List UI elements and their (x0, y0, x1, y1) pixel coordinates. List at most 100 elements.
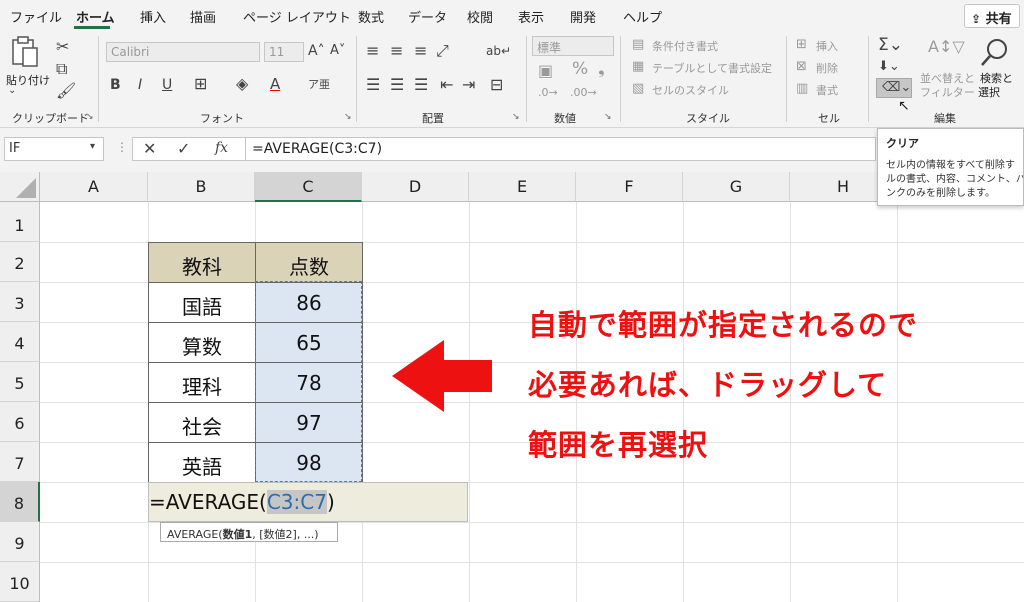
tab-data[interactable]: データ (408, 7, 447, 26)
font-color-icon[interactable]: A (270, 75, 280, 93)
subject-cell[interactable]: 英語 (148, 442, 256, 483)
table-header-subject[interactable]: 教科 (148, 242, 256, 283)
subject-cell[interactable]: 理科 (148, 362, 256, 403)
row-header-1[interactable]: 1 (0, 202, 40, 242)
col-header-f[interactable]: F (576, 172, 683, 202)
copy-icon[interactable]: ⧉ (56, 60, 67, 78)
sort-filter-line2[interactable]: フィルター (920, 84, 975, 100)
increase-font-icon[interactable]: A˄ (308, 42, 325, 60)
decrease-decimal-icon[interactable]: .00→ (570, 84, 597, 102)
tab-review[interactable]: 校閲 (467, 7, 493, 26)
number-launcher-icon[interactable]: ↘ (604, 112, 612, 122)
clear-button[interactable]: ⌫⌄ (876, 78, 912, 98)
confirm-icon[interactable]: ✓ (177, 139, 190, 158)
fill-color-icon[interactable]: ◈ (236, 75, 248, 93)
subject-cell[interactable]: 社会 (148, 402, 256, 443)
tab-insert[interactable]: 挿入 (140, 7, 166, 26)
align-middle-icon[interactable]: ≡ (390, 42, 403, 60)
align-left-icon[interactable]: ☰ (366, 76, 380, 94)
increase-decimal-icon[interactable]: .0→ (538, 84, 558, 102)
name-box[interactable]: IF (4, 137, 104, 161)
col-header-d[interactable]: D (362, 172, 469, 202)
increase-indent-icon[interactable]: ⇥ (462, 76, 475, 94)
underline-icon[interactable]: U (162, 76, 172, 94)
accounting-format-icon[interactable]: ▣ (538, 62, 553, 80)
cancel-icon[interactable]: ✕ (143, 139, 156, 158)
row-header-9[interactable]: 9 (0, 522, 40, 562)
tab-formulas[interactable]: 数式 (358, 7, 384, 26)
col-header-b[interactable]: B (148, 172, 255, 202)
autosum-icon[interactable]: Σ⌄ (878, 36, 903, 54)
row-header-6[interactable]: 6 (0, 402, 40, 442)
share-button[interactable]: ⇪ 共有 (964, 4, 1020, 28)
format-cells-icon[interactable]: ▥ (796, 80, 808, 98)
insert-cells-button[interactable]: 挿入 (816, 38, 838, 54)
fn-hint-current-arg[interactable]: 数値1 (223, 528, 253, 541)
cell-styles-button[interactable]: セルのスタイル (652, 82, 729, 98)
tab-developer[interactable]: 開発 (570, 7, 596, 26)
align-bottom-icon[interactable]: ≡ (414, 42, 427, 60)
fill-icon[interactable]: ⬇⌄ (878, 58, 900, 76)
delete-cells-button[interactable]: 削除 (816, 60, 838, 76)
number-format-select[interactable]: 標準 (532, 36, 614, 56)
formula-bar-grip-icon[interactable]: ⋮ (116, 140, 128, 154)
search-icon[interactable] (978, 36, 1012, 68)
row-header-5[interactable]: 5 (0, 362, 40, 402)
row-header-3[interactable]: 3 (0, 282, 40, 322)
merge-center-icon[interactable]: ⊟ (490, 76, 503, 94)
borders-icon[interactable]: ⊞ (194, 75, 207, 93)
table-header-score[interactable]: 点数 (255, 242, 363, 283)
tab-home[interactable]: ホーム (76, 7, 115, 26)
tab-view[interactable]: 表示 (518, 7, 544, 26)
paste-dropdown-icon[interactable]: ⌄ (8, 85, 16, 96)
row-header-4[interactable]: 4 (0, 322, 40, 362)
col-header-e[interactable]: E (469, 172, 576, 202)
format-painter-icon[interactable]: 🖌 (56, 82, 76, 100)
select-all-button[interactable] (0, 172, 40, 202)
cut-icon[interactable]: ✂ (56, 38, 69, 56)
clipboard-launcher-icon[interactable]: ↘ (86, 112, 94, 122)
align-center-icon[interactable]: ☰ (390, 76, 404, 94)
tab-draw[interactable]: 描画 (190, 7, 216, 26)
tab-page-layout[interactable]: ページ レイアウト (243, 7, 351, 26)
align-top-icon[interactable]: ≡ (366, 42, 379, 60)
find-select-line2[interactable]: 選択 (978, 84, 1000, 100)
format-as-table-button[interactable]: テーブルとして書式設定 (652, 60, 772, 76)
font-size-select[interactable]: 11 (264, 42, 304, 62)
subject-cell[interactable]: 国語 (148, 282, 256, 323)
font-name-select[interactable]: Calibri (106, 42, 260, 62)
phonetic-icon[interactable]: ア亜 (308, 76, 330, 94)
sort-filter-icon[interactable]: A↕▽ (928, 38, 965, 56)
comma-style-icon[interactable]: ❟ (598, 60, 605, 78)
orientation-icon[interactable]: ⤢ (436, 42, 449, 60)
alignment-launcher-icon[interactable]: ↘ (512, 112, 520, 122)
insert-function-icon[interactable]: fx (215, 140, 228, 156)
active-edit-cell[interactable]: =AVERAGE(C3:C7) (148, 482, 468, 522)
row-header-10[interactable]: 10 (0, 562, 40, 602)
row-header-8[interactable]: 8 (0, 482, 40, 522)
percent-icon[interactable]: % (572, 60, 588, 78)
wrap-text-icon[interactable]: ab↵ (486, 42, 511, 60)
italic-icon[interactable]: I (138, 76, 142, 94)
bold-icon[interactable]: B (110, 76, 121, 94)
row-header-7[interactable]: 7 (0, 442, 40, 482)
name-box-dropdown-icon[interactable]: ▾ (90, 141, 95, 152)
subject-cell[interactable]: 算数 (148, 322, 256, 363)
paste-button[interactable] (10, 36, 46, 76)
cell-styles-icon[interactable]: ▧ (632, 80, 644, 98)
decrease-indent-icon[interactable]: ⇤ (440, 76, 453, 94)
tab-file[interactable]: ファイル (10, 7, 62, 26)
align-right-icon[interactable]: ☰ (414, 76, 428, 94)
row-header-2[interactable]: 2 (0, 242, 40, 282)
conditional-format-icon[interactable]: ▤ (632, 36, 644, 54)
col-header-g[interactable]: G (683, 172, 790, 202)
format-table-icon[interactable]: ▦ (632, 58, 644, 76)
formula-input[interactable]: =AVERAGE(C3:C7) (246, 137, 876, 161)
col-header-c[interactable]: C (255, 172, 362, 202)
tab-help[interactable]: ヘルプ (623, 7, 662, 26)
conditional-format-button[interactable]: 条件付き書式 (652, 38, 718, 54)
format-cells-button[interactable]: 書式 (816, 82, 838, 98)
col-header-a[interactable]: A (40, 172, 148, 202)
delete-cells-icon[interactable]: ⊠ (796, 58, 807, 76)
decrease-font-icon[interactable]: A˅ (330, 42, 345, 60)
